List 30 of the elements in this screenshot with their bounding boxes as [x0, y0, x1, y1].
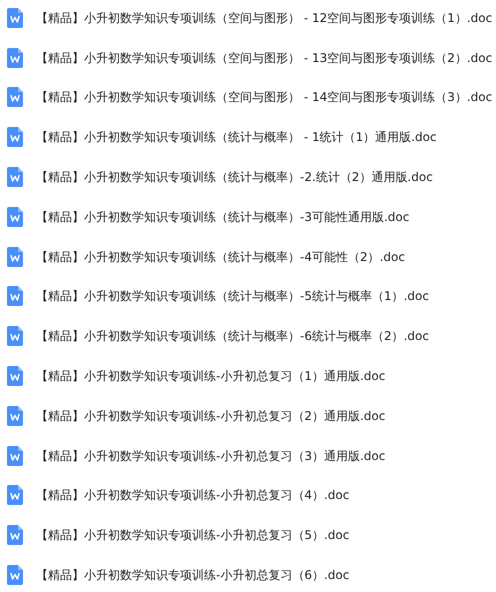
file-name[interactable]: 【精品】小升初数学知识专项训练-小升初总复习（1）通用版.doc	[36, 368, 386, 384]
file-name[interactable]: 【精品】小升初数学知识专项训练（空间与图形） - 14空间与图形专项训练（3）.doc	[36, 89, 492, 106]
file-name[interactable]: 【精品】小升初数学知识专项训练（统计与概率）-6统计与概率（2）.doc	[36, 328, 429, 344]
file-name[interactable]: 【精品】小升初数学知识专项训练-小升初总复习（2）通用版.doc	[36, 408, 386, 424]
word-document-icon	[7, 366, 23, 386]
word-document-icon	[7, 206, 23, 227]
word-document-icon	[7, 48, 23, 68]
word-document-icon	[7, 565, 23, 586]
word-document-icon	[7, 446, 23, 466]
file-name[interactable]: 【精品】小升初数学知识专项训练-小升初总复习（3）通用版.doc	[36, 448, 386, 464]
file-name[interactable]: 【精品】小升初数学知识专项训练-小升初总复习（6）.doc	[36, 567, 350, 584]
word-document-icon	[7, 525, 23, 546]
file-name[interactable]: 【精品】小升初数学知识专项训练（统计与概率）-4可能性（2）.doc	[36, 248, 405, 265]
word-document-icon	[7, 167, 23, 188]
word-document-icon	[7, 406, 23, 426]
word-document-icon	[7, 286, 23, 306]
word-document-icon	[7, 87, 23, 108]
word-document-icon	[7, 8, 23, 28]
word-document-icon	[7, 485, 23, 506]
file-name[interactable]: 【精品】小升初数学知识专项训练（统计与概率） - 1统计（1）通用版.doc	[36, 129, 437, 146]
file-name[interactable]: 【精品】小升初数学知识专项训练（空间与图形） - 13空间与图形专项训练（2）.doc	[36, 50, 492, 66]
file-name[interactable]: 【精品】小升初数学知识专项训练-小升初总复习（4）.doc	[36, 487, 350, 504]
file-name[interactable]: 【精品】小升初数学知识专项训练（统计与概率）-5统计与概率（1）.doc	[36, 288, 429, 304]
file-name[interactable]: 【精品】小升初数学知识专项训练（空间与图形） - 12空间与图形专项训练（1）.doc	[36, 10, 492, 26]
file-name[interactable]: 【精品】小升初数学知识专项训练（统计与概率）-3可能性通用版.doc	[36, 208, 410, 225]
word-document-icon	[7, 246, 23, 267]
file-name[interactable]: 【精品】小升初数学知识专项训练-小升初总复习（5）.doc	[36, 527, 350, 544]
word-document-icon	[7, 127, 23, 148]
word-document-icon	[7, 326, 23, 346]
file-name[interactable]: 【精品】小升初数学知识专项训练（统计与概率）-2.统计（2）通用版.doc	[36, 169, 433, 186]
